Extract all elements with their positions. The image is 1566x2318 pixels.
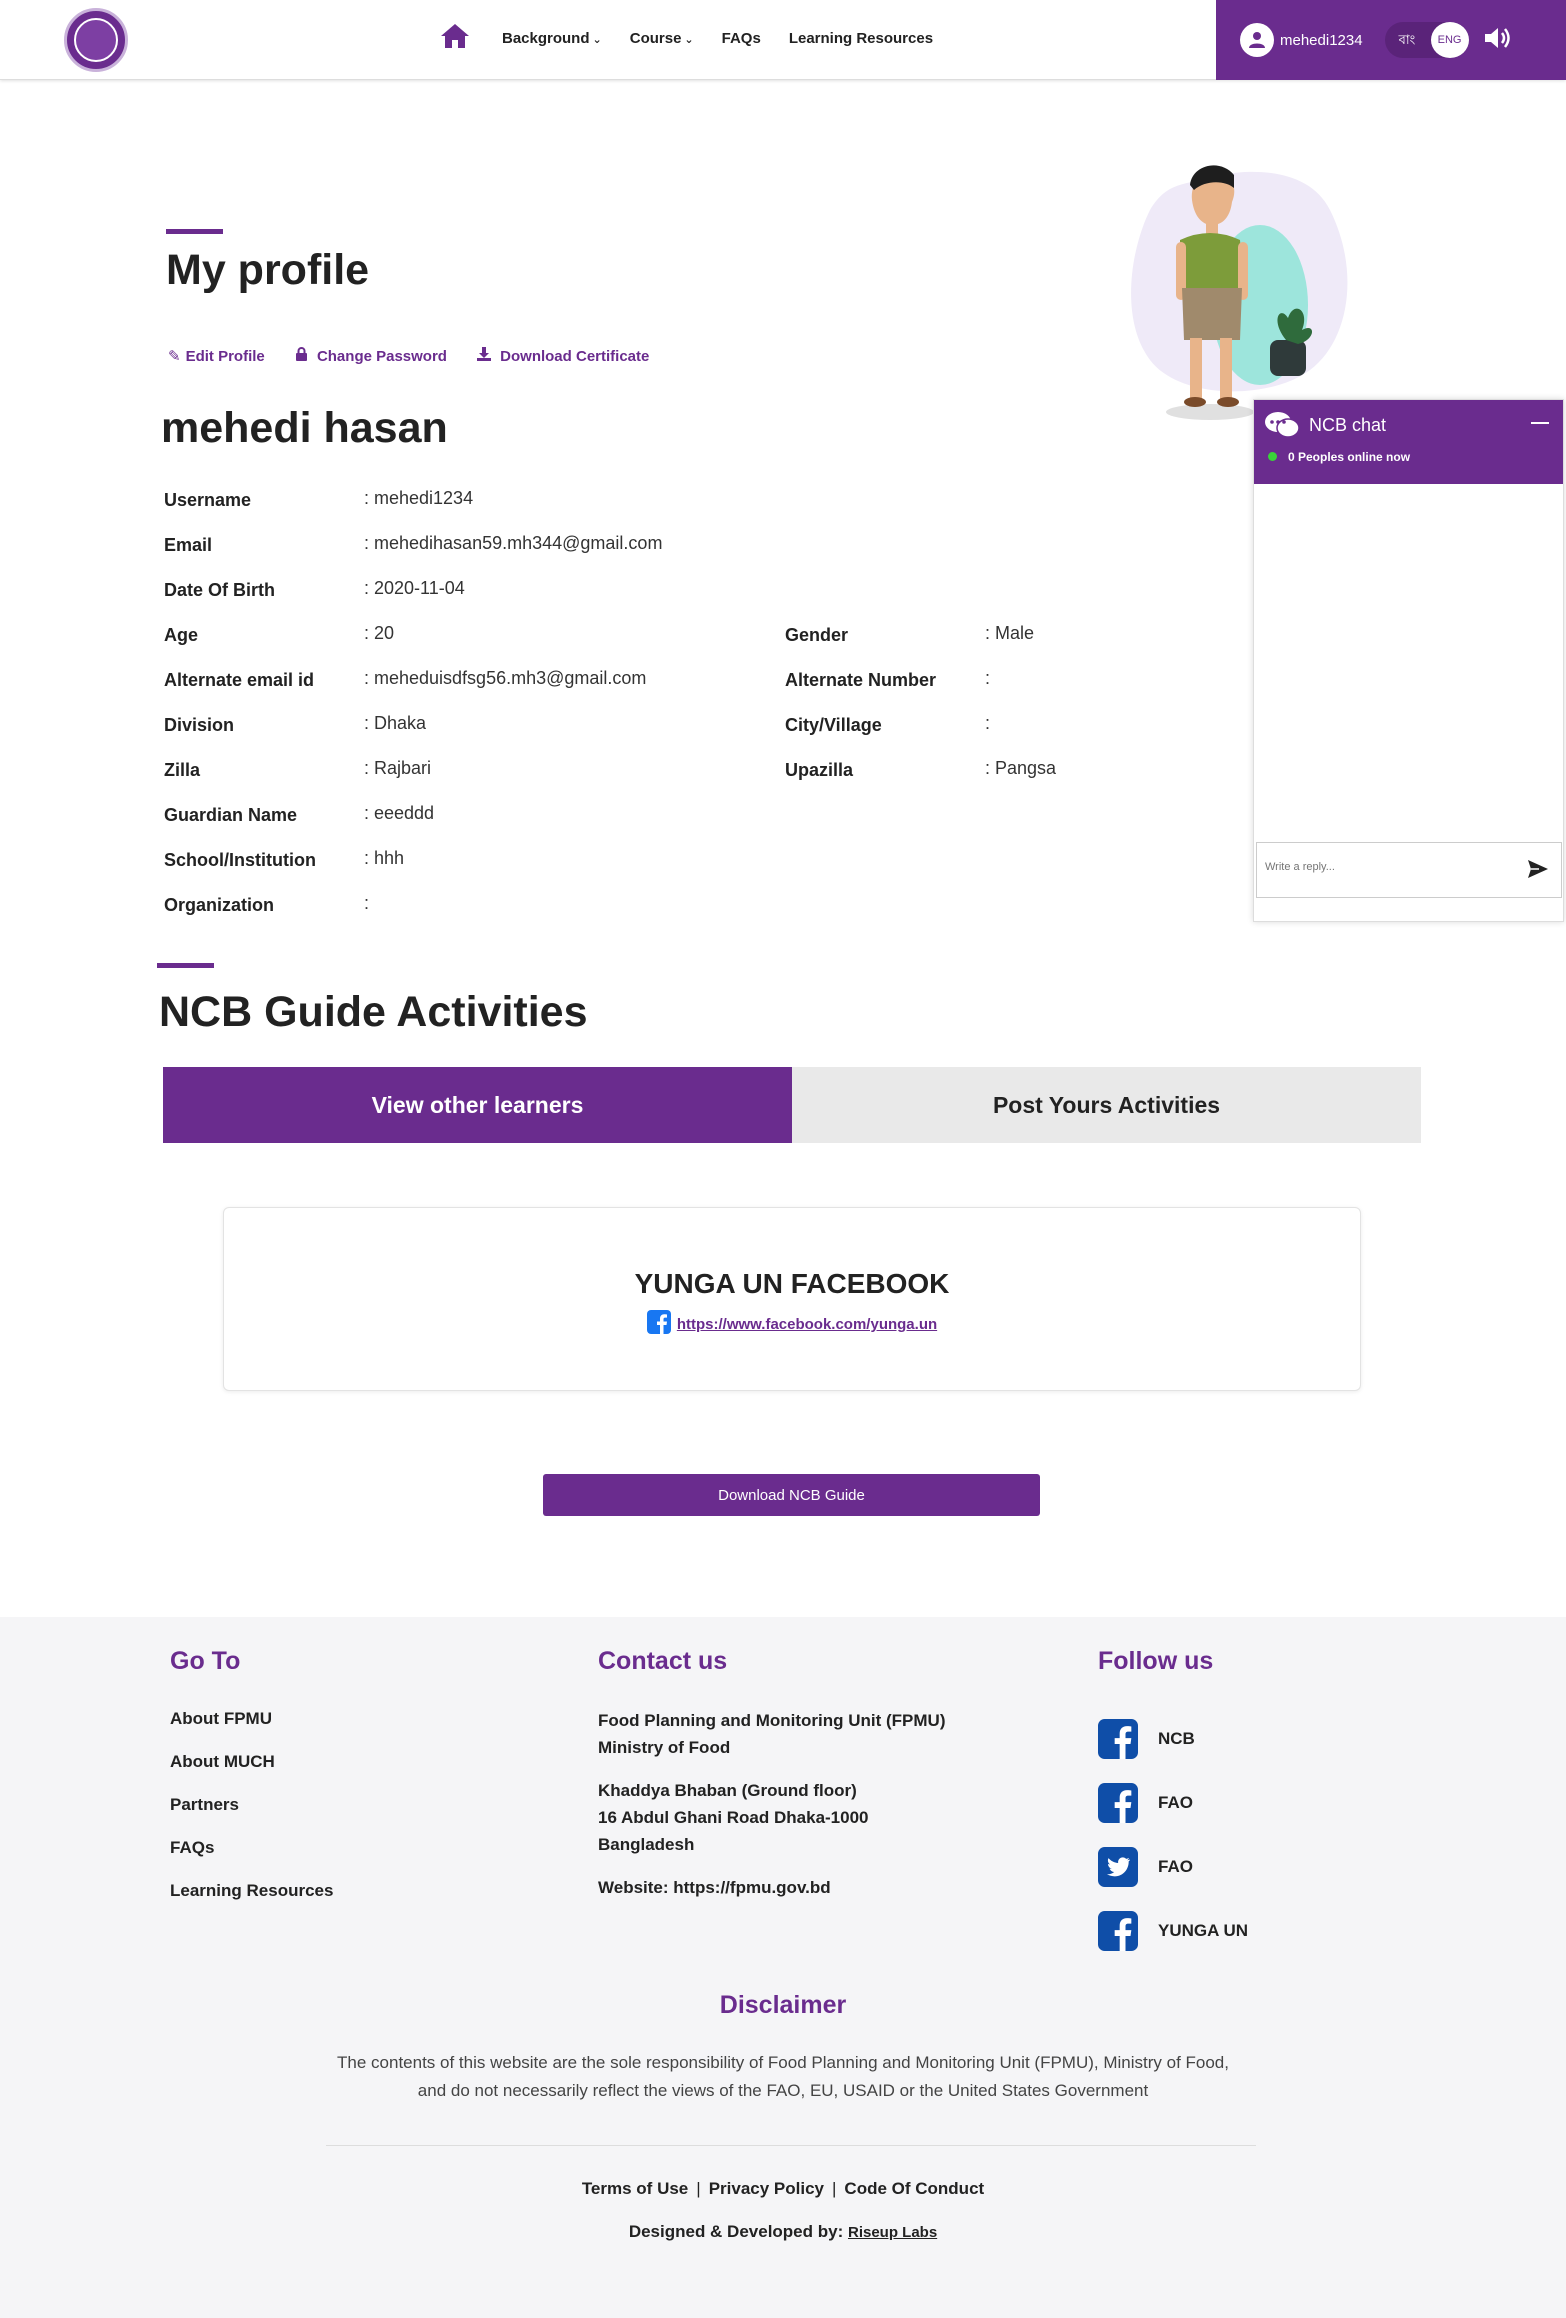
- facebook-icon: [1098, 1783, 1138, 1823]
- chat-widget: NCB chat 0 Peoples online now: [1253, 399, 1564, 922]
- tab-view-other-learners[interactable]: View other learners: [163, 1067, 792, 1143]
- contact-ministry: Ministry of Food: [598, 1738, 731, 1757]
- download-guide-button[interactable]: Download NCB Guide: [543, 1474, 1040, 1516]
- minimize-icon[interactable]: [1531, 422, 1549, 424]
- privacy-policy-link[interactable]: Privacy Policy: [709, 2179, 824, 2198]
- heading-accent: [157, 963, 214, 968]
- disclaimer-heading: Disclaimer: [719, 1991, 847, 2019]
- language-toggle[interactable]: বাং ENG: [1384, 22, 1469, 58]
- chat-online-count: 0 Peoples online now: [1288, 450, 1411, 464]
- facebook-icon: [1098, 1911, 1138, 1951]
- social-link-fao-twitter[interactable]: FAO: [1098, 1835, 1248, 1899]
- footer-goto-links: About FPMU About MUCH Partners FAQs Lear…: [170, 1709, 333, 1924]
- speaker-icon[interactable]: [1483, 25, 1513, 56]
- activity-card: YUNGA UN FACEBOOK https://www.facebook.c…: [223, 1207, 1361, 1391]
- download-certificate-link[interactable]: Download Certificate: [476, 347, 649, 365]
- footer-social: NCB FAO FAO YUNGA UN: [1098, 1707, 1248, 1963]
- user-avatar-icon[interactable]: [1240, 23, 1274, 57]
- send-icon[interactable]: [1527, 859, 1549, 884]
- disclaimer-text: The contents of this website are the sol…: [337, 2053, 1229, 2100]
- chat-reply-box: [1256, 842, 1562, 898]
- footer-divider: [326, 2145, 1256, 2146]
- user-panel: mehedi1234 বাং ENG: [1216, 0, 1566, 80]
- nav-username[interactable]: mehedi1234: [1280, 32, 1363, 49]
- heading-accent: [166, 229, 223, 234]
- edit-profile-link[interactable]: ✎ Edit Profile: [168, 347, 265, 365]
- site-logo[interactable]: [64, 8, 128, 72]
- facebook-icon: [1098, 1719, 1138, 1759]
- nav-faqs[interactable]: FAQs: [722, 30, 761, 47]
- address-line: Bangladesh: [598, 1835, 695, 1854]
- footer-link-faqs[interactable]: FAQs: [170, 1838, 333, 1881]
- profile-illustration: [1131, 165, 1348, 420]
- chat-reply-input[interactable]: [1265, 861, 1515, 873]
- activities-heading: NCB Guide Activities: [159, 988, 588, 1036]
- edit-icon: ✎: [168, 348, 181, 365]
- footer: Go To About FPMU About MUCH Partners FAQ…: [0, 1617, 1566, 2318]
- contact-org: Food Planning and Monitoring Unit (FPMU): [598, 1711, 946, 1730]
- twitter-icon: [1098, 1847, 1138, 1887]
- chevron-down-icon: ⌄: [592, 33, 602, 46]
- change-password-link[interactable]: Change Password: [295, 347, 447, 365]
- footer-credit: Designed & Developed by: Riseup Labs: [628, 2222, 938, 2241]
- terms-of-use-link[interactable]: Terms of Use: [582, 2179, 688, 2198]
- social-link-ncb[interactable]: NCB: [1098, 1707, 1248, 1771]
- home-icon[interactable]: [440, 23, 470, 53]
- tab-post-activities[interactable]: Post Yours Activities: [792, 1067, 1421, 1143]
- footer-goto-heading: Go To: [170, 1647, 241, 1675]
- chat-bubble-icon: [1264, 410, 1300, 445]
- download-icon: [476, 347, 495, 365]
- chevron-down-icon: ⌄: [684, 33, 694, 46]
- nav-learning-resources[interactable]: Learning Resources: [789, 30, 933, 47]
- social-link-fao-facebook[interactable]: FAO: [1098, 1771, 1248, 1835]
- card-link-row: https://www.facebook.com/yunga.un: [224, 1310, 1360, 1339]
- footer-link-about-fpmu[interactable]: About FPMU: [170, 1709, 333, 1752]
- nav-background[interactable]: Background ⌄: [502, 30, 602, 47]
- card-title: YUNGA UN FACEBOOK: [634, 1268, 950, 1299]
- address-line: Khaddya Bhaban (Ground floor): [598, 1781, 857, 1800]
- social-link-yunga-un[interactable]: YUNGA UN: [1098, 1899, 1248, 1963]
- policy-links: Terms of Use | Privacy Policy | Code Of Cond…: [581, 2179, 985, 2198]
- contact-website[interactable]: Website: https://fpmu.gov.bd: [598, 1878, 831, 1897]
- page-title: My profile: [166, 246, 370, 294]
- riseup-labs-link[interactable]: Riseup Labs: [848, 2224, 937, 2241]
- profile-full-name: mehedi hasan: [161, 404, 448, 452]
- yunga-facebook-link[interactable]: https://www.facebook.com/yunga.un: [677, 1316, 937, 1333]
- top-navbar: Background ⌄ Course ⌄ FAQs Learning Resour…: [0, 0, 1566, 80]
- facebook-icon: [646, 1310, 671, 1339]
- address-line: 16 Abdul Ghani Road Dhaka-1000: [598, 1808, 869, 1827]
- footer-link-about-much[interactable]: About MUCH: [170, 1752, 333, 1795]
- nav-course[interactable]: Course ⌄: [630, 30, 694, 47]
- footer-contact-heading: Contact us: [598, 1647, 728, 1675]
- code-of-conduct-link[interactable]: Code Of Conduct: [844, 2179, 984, 2198]
- profile-actions: ✎ Edit Profile Change Password Download C…: [168, 347, 649, 365]
- online-status-dot: [1268, 452, 1277, 461]
- main-nav: Background ⌄ Course ⌄ FAQs Learning Resour…: [440, 0, 933, 76]
- lang-bn-label: বাং: [1398, 32, 1416, 47]
- chat-title: NCB chat: [1309, 415, 1387, 435]
- lang-en-label: ENG: [1430, 22, 1469, 58]
- chat-header[interactable]: NCB chat 0 Peoples online now: [1254, 400, 1563, 484]
- footer-link-learning-resources[interactable]: Learning Resources: [170, 1881, 333, 1924]
- footer-contact: Food Planning and Monitoring Unit (FPMU)…: [598, 1707, 946, 1917]
- lock-icon: [295, 347, 312, 365]
- footer-link-partners[interactable]: Partners: [170, 1795, 333, 1838]
- footer-follow-heading: Follow us: [1098, 1647, 1214, 1675]
